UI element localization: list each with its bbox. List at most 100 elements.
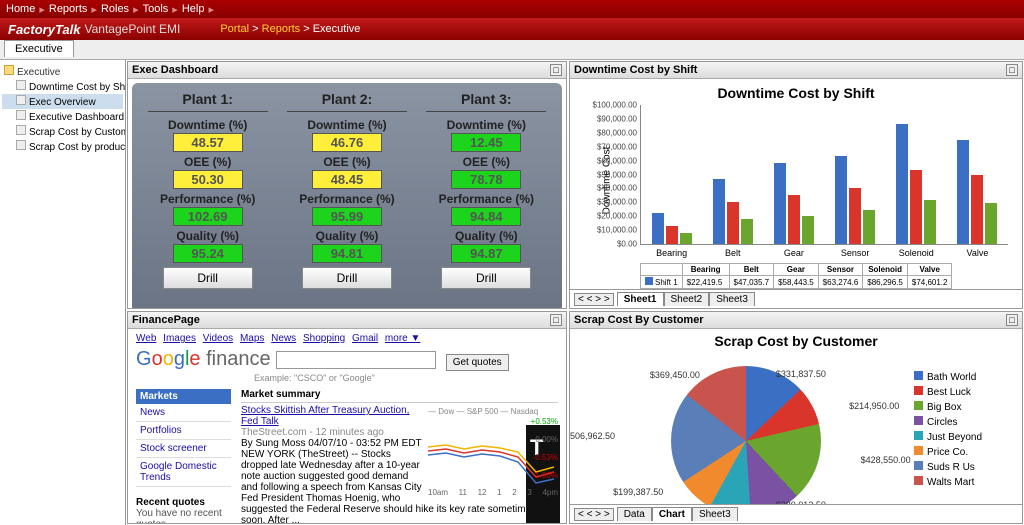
panel-downtime-chart: Downtime Cost by Shift □ Downtime Cost by… — [569, 61, 1023, 309]
metric-label: Quality (%) — [148, 229, 268, 243]
top-link[interactable]: Web — [136, 333, 156, 344]
panel-scrap-cost: Scrap Cost By Customer□ Scrap Cost by Cu… — [569, 311, 1023, 524]
sidebar-header: Markets — [136, 389, 231, 404]
chart-title: Downtime Cost by Shift — [580, 85, 1012, 101]
bar-group: Belt — [702, 105, 763, 244]
report-icon — [16, 125, 26, 135]
bar-group: Solenoid — [886, 105, 947, 244]
sheet-tab[interactable]: Sheet1 — [617, 292, 664, 306]
sheet-tab[interactable]: Chart — [652, 507, 692, 521]
tree-item[interactable]: Executive Dashboard — [2, 109, 123, 124]
top-link[interactable]: more ▼ — [385, 333, 420, 344]
bar — [924, 200, 936, 244]
top-link[interactable]: Gmail — [352, 333, 378, 344]
plant-column: Plant 2: Downtime (%) 46.76OEE (%) 48.45… — [287, 91, 407, 304]
market-summary-header: Market summary — [241, 389, 558, 403]
tab-executive[interactable]: Executive — [4, 40, 74, 57]
bar-group: Sensor — [825, 105, 886, 244]
breadcrumb: Portal > Reports > Executive — [220, 23, 360, 35]
drill-button[interactable]: Drill — [302, 267, 392, 289]
folder-icon — [4, 65, 14, 75]
bar — [788, 195, 800, 244]
headline-link[interactable]: Stocks Skittish After Treasury Auction, … — [241, 405, 409, 427]
sheet-nav[interactable]: < < > > — [574, 293, 614, 306]
top-link[interactable]: Videos — [203, 333, 233, 344]
sheet-tab[interactable]: Sheet3 — [709, 292, 755, 306]
recent-quotes-msg: You have no recent quotes. — [136, 508, 231, 523]
metric-value: 12.45 — [451, 133, 521, 152]
plant-column: Plant 1: Downtime (%) 48.57OEE (%) 50.30… — [148, 91, 268, 304]
top-link[interactable]: News — [271, 333, 296, 344]
chart-data-table: BearingBeltGearSensorSolenoidValveShift … — [640, 263, 952, 289]
metric-label: Downtime (%) — [148, 118, 268, 132]
quote-search-input[interactable] — [276, 351, 436, 369]
drill-button[interactable]: Drill — [163, 267, 253, 289]
maximize-icon[interactable]: □ — [1006, 314, 1018, 326]
bar — [666, 226, 678, 244]
sheet-tabs: < < > > Sheet1 Sheet2 Sheet3 — [570, 289, 1022, 308]
bar — [741, 219, 753, 244]
get-quotes-button[interactable]: Get quotes — [446, 354, 509, 371]
legend-item: Bath World — [914, 371, 1014, 383]
bar-group: Valve — [947, 105, 1008, 244]
category-label: Bearing — [641, 248, 702, 258]
brand-bar: FactoryTalk VantagePoint EMI Portal > Re… — [0, 18, 1024, 40]
metric-label: OEE (%) — [287, 155, 407, 169]
search-example: Example: "CSCO" or "Google" — [254, 373, 558, 383]
tree-item[interactable]: Downtime Cost by Shift — [2, 79, 123, 94]
slice-label: $331,837.50 — [776, 369, 826, 379]
slice-label: $506,962.50 — [570, 431, 615, 441]
sheet-nav[interactable]: < < > > — [574, 508, 614, 521]
metric-value: 94.81 — [312, 244, 382, 263]
legend-item: Best Luck — [914, 386, 1014, 398]
top-link[interactable]: Maps — [240, 333, 264, 344]
tree-item[interactable]: Scrap Cost by product — [2, 139, 123, 154]
tree-item[interactable]: Exec Overview — [2, 94, 123, 109]
report-icon — [16, 80, 26, 90]
top-link[interactable]: Shopping — [303, 333, 345, 344]
metric-value: 48.57 — [173, 133, 243, 152]
metric-label: Performance (%) — [287, 192, 407, 206]
menu-item[interactable]: Help — [182, 3, 205, 15]
bar-group: Bearing — [641, 105, 702, 244]
sheet-tab[interactable]: Sheet2 — [664, 292, 710, 306]
pie-legend: Bath WorldBest LuckBig BoxCirclesJust Be… — [914, 361, 1014, 504]
sidebar-item[interactable]: News — [136, 404, 231, 422]
legend-item: Just Beyond — [914, 431, 1014, 443]
legend-item: Suds R Us — [914, 461, 1014, 473]
plant-column: Plant 3: Downtime (%) 12.45OEE (%) 78.78… — [426, 91, 546, 304]
sheet-tab[interactable]: Sheet3 — [692, 507, 738, 521]
story-source: TheStreet.com - 12 minutes ago — [241, 427, 384, 438]
metric-value: 78.78 — [451, 170, 521, 189]
bar — [849, 188, 861, 244]
sidebar-item[interactable]: Google Domestic Trends — [136, 458, 231, 487]
category-label: Sensor — [825, 248, 886, 258]
slice-label: $199,387.50 — [613, 487, 663, 497]
tree-item[interactable]: Scrap Cost by Customer — [2, 124, 123, 139]
nav-tree: Executive Downtime Cost by ShiftExec Ove… — [0, 60, 126, 525]
maximize-icon[interactable]: □ — [550, 64, 562, 76]
menu-item[interactable]: Reports — [49, 3, 88, 15]
drill-button[interactable]: Drill — [441, 267, 531, 289]
maximize-icon[interactable]: □ — [550, 314, 562, 326]
sheet-tab[interactable]: Data — [617, 507, 652, 521]
slice-label: $428,550.00 — [861, 455, 911, 465]
menu-item[interactable]: Roles — [101, 3, 129, 15]
metric-value: 95.24 — [173, 244, 243, 263]
tree-root[interactable]: Executive — [2, 64, 123, 79]
index-sparkline-chart: — Dow — S&P 500 — Nasdaq +0.53% 0.00% -0… — [428, 407, 558, 497]
top-link[interactable]: Images — [163, 333, 196, 344]
panel-title: FinancePage — [132, 314, 200, 326]
report-icon — [16, 95, 26, 105]
menu-item[interactable]: Tools — [143, 3, 169, 15]
sidebar-item[interactable]: Stock screener — [136, 440, 231, 458]
panel-title: Downtime Cost by Shift — [574, 64, 697, 76]
legend-item: Walts Mart — [914, 476, 1014, 488]
bar — [896, 124, 908, 244]
maximize-icon[interactable]: □ — [1006, 64, 1018, 76]
metric-label: OEE (%) — [148, 155, 268, 169]
panel-exec-dashboard: Exec Dashboard□ Plant 1: Downtime (%) 48… — [127, 61, 567, 309]
menu-item[interactable]: Home — [6, 3, 35, 15]
panel-finance: FinancePage □ Web Images Videos Maps News… — [127, 311, 567, 524]
sidebar-item[interactable]: Portfolios — [136, 422, 231, 440]
